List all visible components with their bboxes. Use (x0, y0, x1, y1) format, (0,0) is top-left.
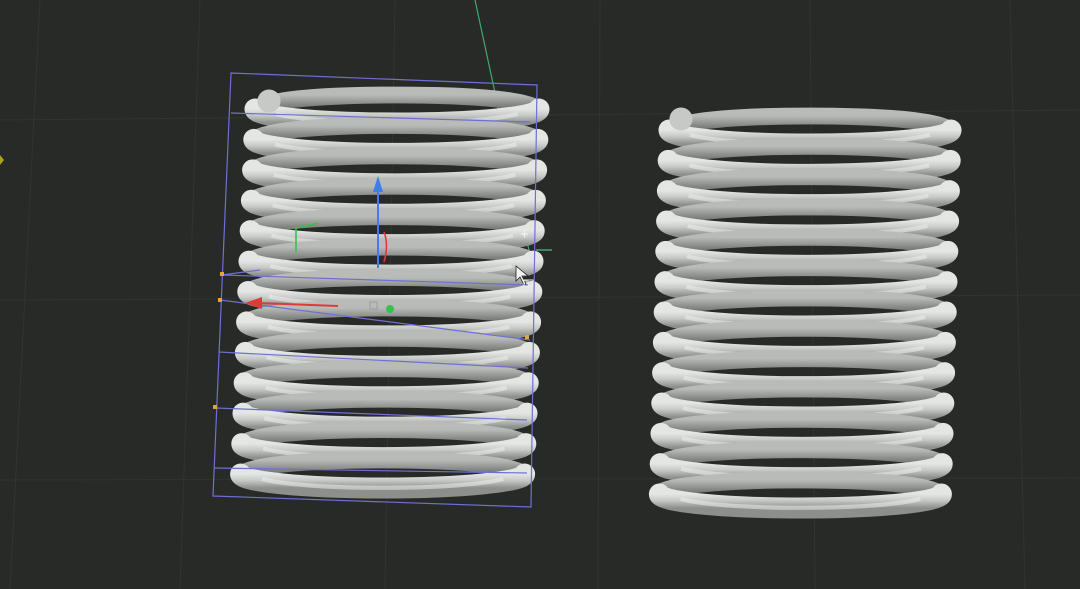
helix-spring[interactable] (648, 107, 962, 519)
offscreen-indicator-icon (0, 155, 4, 165)
spring-coil (230, 451, 536, 499)
spring-coil (648, 471, 952, 519)
spring-wire-end (257, 89, 281, 113)
gizmo-center-icon[interactable] (386, 305, 394, 313)
3d-viewport[interactable] (0, 0, 1080, 589)
spring-wire-end (669, 107, 693, 131)
